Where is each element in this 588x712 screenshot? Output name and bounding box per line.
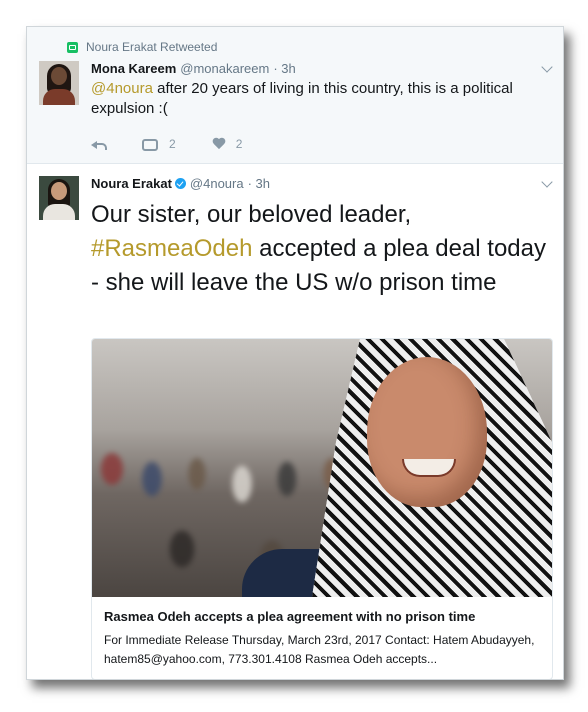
link-card[interactable]: Rasmea Odeh accepts a plea agreement wit… [91,338,553,679]
retweet-icon [141,138,159,151]
tweet-header: Mona Kareem @monakareem · 3h [91,61,296,76]
reply-button[interactable] [91,139,107,150]
author-name[interactable]: Mona Kareem [91,61,176,76]
retweet-context: Noura Erakat Retweeted [67,39,217,55]
tweet-header: Noura Erakat @4noura · 3h [91,176,270,191]
tweet-text: Our sister, our beloved leader, #RasmeaO… [91,198,551,300]
author-handle[interactable]: @monakareem [180,61,269,76]
hashtag-link[interactable]: #RasmeaOdeh [91,235,252,262]
reply-icon [91,139,107,150]
chevron-down-icon[interactable] [541,176,553,188]
retweet-button[interactable]: 2 [141,137,176,151]
main-tweet: Noura Erakat @4noura · 3h Our sister, ou… [27,164,563,679]
like-button[interactable]: 2 [212,137,243,151]
like-count: 2 [235,137,243,151]
author-handle[interactable]: @4noura [190,176,244,191]
heart-icon [212,138,226,151]
retweet-count: 2 [169,137,176,151]
chevron-down-icon[interactable] [541,61,553,73]
tweet-time[interactable]: · 3h [248,176,270,191]
tweet-text: @4noura after 20 years of living in this… [91,79,531,119]
tweet-body: after 20 years of living in this country… [91,80,513,117]
tweet-screenshot-frame: Noura Erakat Retweeted Mona Kareem @mona… [26,26,564,680]
verified-icon [174,178,186,189]
card-description: For Immediate Release Thursday, March 23… [104,633,535,666]
card-title[interactable]: Rasmea Odeh accepts a plea agreement wit… [104,609,540,624]
retweet-context-icon [67,41,78,53]
author-name[interactable]: Noura Erakat [91,176,172,191]
card-image[interactable] [92,339,552,597]
avatar[interactable] [39,61,79,105]
tweet-body-start: Our sister, our beloved leader, [91,201,412,228]
retweeted-by-label[interactable]: Noura Erakat Retweeted [86,40,217,54]
tweet-time[interactable]: · 3h [273,61,295,76]
mention-link[interactable]: @4noura [91,80,153,97]
tweet-actions: 2 2 [91,137,278,151]
avatar[interactable] [39,176,79,220]
